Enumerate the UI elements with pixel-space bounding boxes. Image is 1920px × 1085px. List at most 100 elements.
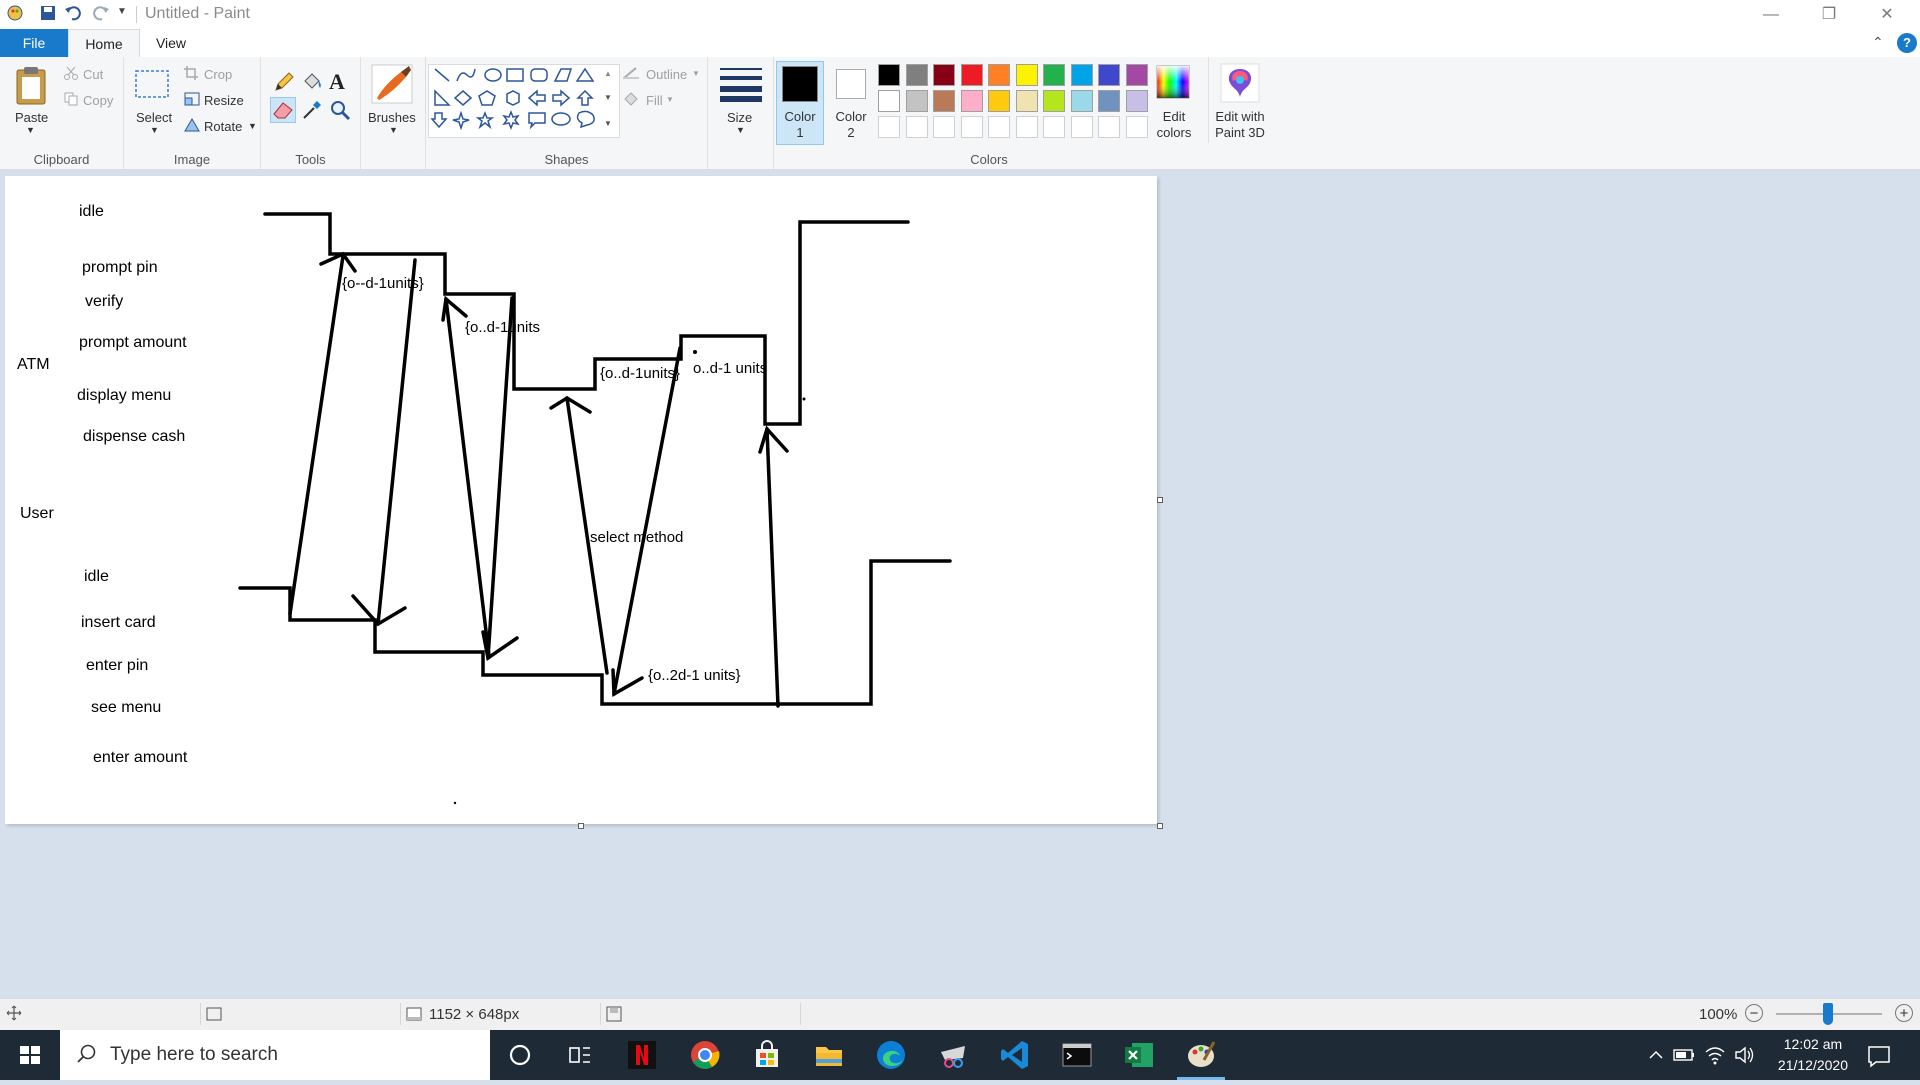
custom-color-slot[interactable] (1070, 116, 1093, 138)
color-picker-icon[interactable] (301, 99, 323, 126)
task-view-icon[interactable] (563, 1038, 597, 1072)
volume-icon[interactable] (1733, 1038, 1757, 1072)
shapes-scroll-up-icon[interactable]: ▲ (604, 69, 612, 78)
size-icon[interactable] (720, 66, 762, 107)
fill-button[interactable]: Fill (646, 93, 663, 108)
taskbar-clock[interactable]: 12:02 am 21/12/2020 (1778, 1034, 1848, 1076)
custom-color-slot[interactable] (988, 116, 1010, 138)
paint-taskbar-icon[interactable] (1184, 1038, 1218, 1072)
palette-swatch[interactable] (1015, 90, 1038, 112)
help-icon[interactable]: ? (1897, 33, 1917, 53)
select-dropdown-icon[interactable]: ▼ (150, 125, 159, 135)
custom-color-slot[interactable] (1098, 116, 1120, 138)
file-explorer-icon[interactable] (812, 1038, 846, 1072)
excel-icon[interactable] (1122, 1038, 1156, 1072)
netflix-icon[interactable] (625, 1038, 659, 1072)
eraser-icon[interactable] (270, 97, 296, 123)
brushes-icon[interactable] (371, 64, 413, 109)
notifications-icon[interactable] (1862, 1038, 1896, 1072)
resize-handle-right[interactable] (1157, 497, 1163, 503)
palette-swatch[interactable] (1070, 90, 1093, 112)
palette-swatch[interactable] (1070, 64, 1093, 86)
rotate-dropdown-icon[interactable]: ▼ (248, 121, 257, 131)
pencil-icon[interactable] (273, 71, 295, 98)
wifi-icon[interactable] (1703, 1038, 1727, 1072)
custom-color-slot[interactable] (878, 116, 900, 138)
palette-swatch[interactable] (1098, 90, 1120, 112)
edge-icon[interactable] (874, 1038, 908, 1072)
custom-color-slot[interactable] (960, 116, 983, 138)
collapse-ribbon-icon[interactable]: ⌃ (1872, 34, 1884, 51)
shapes-scroll-down-icon[interactable]: ▼ (604, 93, 612, 102)
palette-swatch[interactable] (1098, 64, 1120, 86)
paint-app-icon[interactable] (6, 4, 24, 24)
tab-home[interactable]: Home (68, 29, 140, 57)
tab-file[interactable]: File (0, 29, 68, 57)
palette-swatch[interactable] (878, 90, 900, 112)
paste-dropdown-icon[interactable]: ▼ (26, 125, 35, 135)
palette-swatch[interactable] (905, 90, 928, 112)
edit-colors-button[interactable]: Edit colors (1150, 109, 1198, 141)
resize-button[interactable]: Resize (204, 93, 244, 108)
fill-bucket-icon[interactable] (301, 71, 323, 98)
palette-swatch[interactable] (905, 64, 928, 86)
vscode-icon[interactable] (998, 1038, 1032, 1072)
zoom-in-button[interactable]: + (1895, 1004, 1913, 1022)
palette-swatch[interactable] (960, 64, 983, 86)
fill-dropdown-icon[interactable]: ▼ (666, 95, 674, 104)
palette-swatch[interactable] (933, 90, 955, 112)
palette-swatch[interactable] (1125, 64, 1148, 86)
restore-button[interactable]: ❐ (1800, 0, 1858, 29)
snip-sketch-icon[interactable] (936, 1038, 970, 1072)
paint-3d-icon[interactable] (1220, 63, 1260, 108)
cortana-icon[interactable] (503, 1038, 537, 1072)
custom-color-slot[interactable] (933, 116, 955, 138)
zoom-out-button[interactable]: − (1745, 1004, 1763, 1022)
select-button[interactable]: Select (136, 110, 172, 125)
magnifier-icon[interactable] (329, 99, 351, 126)
outline-dropdown-icon[interactable]: ▼ (692, 69, 700, 78)
battery-icon[interactable] (1672, 1038, 1696, 1072)
paste-button[interactable]: Paste (15, 110, 48, 125)
palette-swatch[interactable] (988, 90, 1010, 112)
drawing-canvas[interactable]: idle prompt pin verify prompt amount ATM… (5, 176, 1157, 824)
brushes-button[interactable]: Brushes (368, 110, 416, 125)
paste-icon[interactable] (14, 65, 48, 110)
customize-qat-icon[interactable]: ▼ (117, 6, 127, 26)
tab-view[interactable]: View (140, 29, 202, 57)
custom-color-slot[interactable] (905, 116, 928, 138)
taskbar-search-box[interactable]: Type here to search (60, 1030, 490, 1080)
palette-swatch[interactable] (1125, 90, 1148, 112)
chrome-icon[interactable] (688, 1038, 722, 1072)
palette-swatch[interactable] (1015, 64, 1038, 86)
palette-swatch[interactable] (960, 90, 983, 112)
crop-button[interactable]: Crop (204, 67, 232, 82)
shapes-gallery[interactable] (428, 64, 620, 138)
undo-icon[interactable] (64, 4, 82, 24)
terminal-icon[interactable] (1060, 1038, 1094, 1072)
redo-icon[interactable] (92, 4, 110, 24)
palette-swatch[interactable] (878, 64, 900, 86)
zoom-slider-thumb[interactable] (1823, 1003, 1833, 1025)
resize-handle-bottom[interactable] (578, 823, 584, 829)
show-hidden-icons-icon[interactable] (1646, 1038, 1666, 1072)
color2-swatch[interactable] (836, 69, 866, 99)
custom-color-slot[interactable] (1043, 116, 1065, 138)
edit-with-paint3d-button[interactable]: Edit with Paint 3D (1210, 109, 1270, 141)
select-icon[interactable] (134, 69, 170, 104)
palette-swatch[interactable] (1043, 64, 1065, 86)
shapes-expand-icon[interactable]: ▼ (604, 119, 612, 128)
edit-colors-icon[interactable] (1156, 65, 1190, 104)
rotate-button[interactable]: Rotate (204, 119, 242, 134)
cut-button[interactable]: Cut (83, 67, 103, 82)
brushes-dropdown-icon[interactable]: ▼ (389, 125, 398, 135)
text-tool-icon[interactable]: A (329, 69, 345, 95)
color1-swatch[interactable] (782, 66, 818, 102)
size-dropdown-icon[interactable]: ▼ (736, 125, 745, 135)
store-icon[interactable] (750, 1038, 784, 1072)
custom-color-slot[interactable] (1015, 116, 1038, 138)
palette-swatch[interactable] (933, 64, 955, 86)
palette-swatch[interactable] (988, 64, 1010, 86)
start-button[interactable] (0, 1030, 60, 1080)
save-icon[interactable] (40, 4, 56, 24)
